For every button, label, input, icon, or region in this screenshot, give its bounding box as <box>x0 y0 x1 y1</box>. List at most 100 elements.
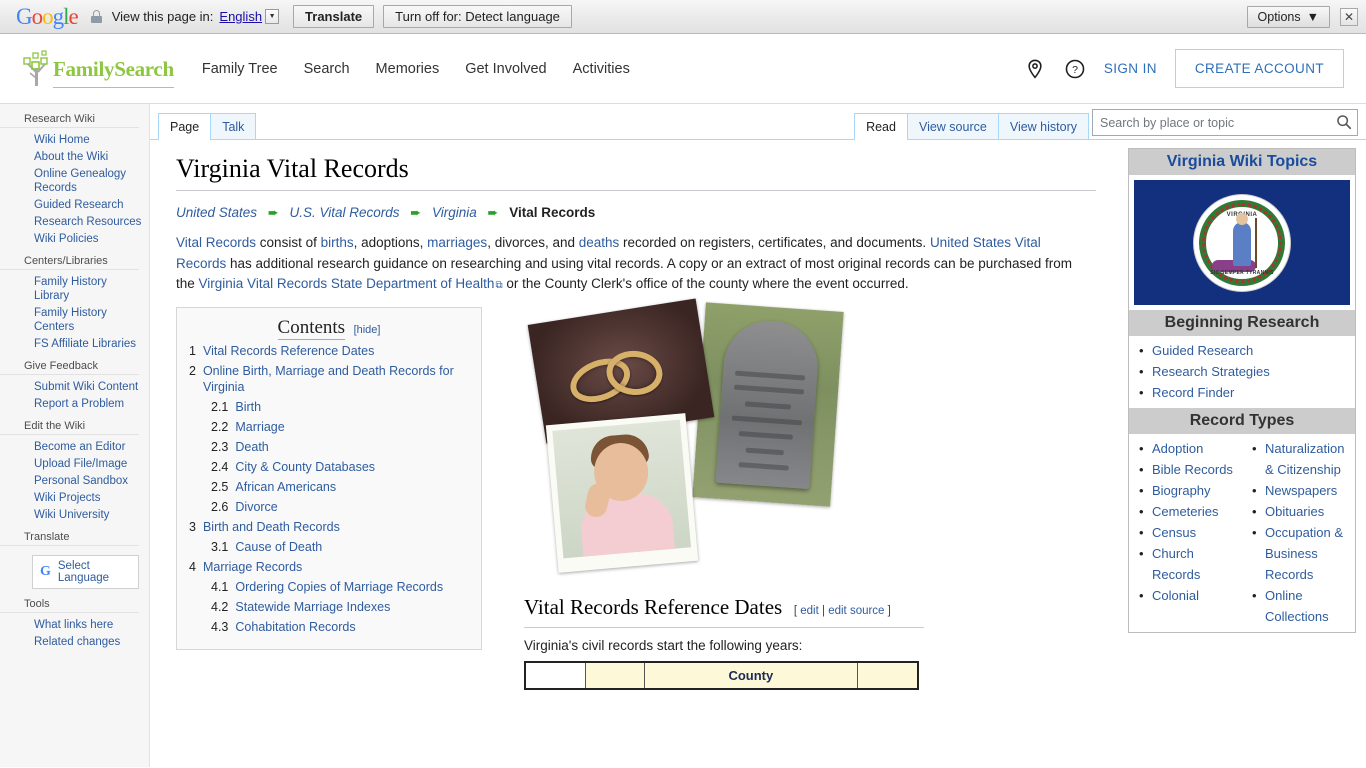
turn-off-translate-button[interactable]: Turn off for: Detect language <box>383 5 572 28</box>
translate-language-selector[interactable]: English ▼ <box>219 9 280 24</box>
toc-hide-link[interactable]: [hide] <box>354 324 381 336</box>
rail-item-online-collections[interactable]: Online Collections <box>1252 585 1353 627</box>
sidebar-item-fs-affiliate-libraries[interactable]: FS Affiliate Libraries <box>34 337 143 351</box>
sign-in-link[interactable]: SIGN IN <box>1104 61 1157 76</box>
sidebar-item-become-an-editor[interactable]: Become an Editor <box>34 440 143 454</box>
toc-entry[interactable]: 4.3 Cohabitation Records <box>189 619 469 635</box>
gravestone-photo <box>692 301 844 507</box>
select-language-button[interactable]: G Select Language <box>32 555 139 589</box>
link-vital-records[interactable]: Vital Records <box>176 235 256 250</box>
toc-label: Cause of Death <box>235 539 323 554</box>
rail-item-bible-records[interactable]: Bible Records <box>1139 459 1240 480</box>
tab-view-source[interactable]: View source <box>906 112 999 139</box>
rail-item-guided-research[interactable]: Guided Research <box>1139 340 1349 361</box>
search-icon[interactable] <box>1336 114 1352 133</box>
toc-entry[interactable]: 2.4 City & County Databases <box>189 459 469 475</box>
toc-label: Divorce <box>235 499 278 514</box>
translate-bar-right-controls: Options ▼ ✕ <box>1246 5 1358 28</box>
beginning-research-list: Guided Research Research Strategies Reco… <box>1129 336 1355 408</box>
toc-entry[interactable]: 2 Online Birth, Marriage and Death Record… <box>189 363 469 395</box>
translate-options-button[interactable]: Options ▼ <box>1246 5 1330 28</box>
nav-memories[interactable]: Memories <box>376 61 440 77</box>
sidebar-item-about-the-wiki[interactable]: About the Wiki <box>34 150 143 164</box>
toc-label: Marriage <box>235 419 285 434</box>
sidebar-group-centers-libraries: Centers/Libraries Family History Library… <box>0 255 149 351</box>
tab-read[interactable]: Read <box>854 112 908 140</box>
sidebar-item-wiki-projects[interactable]: Wiki Projects <box>34 491 143 505</box>
sidebar-item-wiki-home[interactable]: Wiki Home <box>34 133 143 147</box>
sidebar-links: Family History Library Family History Ce… <box>0 275 149 351</box>
rail-item-naturalization-citizenship[interactable]: Naturalization & Citizenship <box>1252 438 1353 480</box>
rail-item-record-finder[interactable]: Record Finder <box>1139 382 1349 403</box>
rail-item-research-strategies[interactable]: Research Strategies <box>1139 361 1349 382</box>
familysearch-wordmark: FamilySearch <box>53 58 174 88</box>
sidebar-item-wiki-policies[interactable]: Wiki Policies <box>34 232 143 246</box>
toc-entry[interactable]: 1 Vital Records Reference Dates <box>189 343 469 359</box>
tab-talk[interactable]: Talk <box>210 112 257 139</box>
translate-button[interactable]: Translate <box>293 5 375 28</box>
sidebar-group-translate: Translate G Select Language <box>0 531 149 589</box>
nav-activities[interactable]: Activities <box>573 61 630 77</box>
sidebar-item-wiki-university[interactable]: Wiki University <box>34 508 143 522</box>
chevron-down-icon[interactable]: ▼ <box>265 9 280 24</box>
sidebar-item-upload-file-image[interactable]: Upload File/Image <box>34 457 143 471</box>
sidebar-item-personal-sandbox[interactable]: Personal Sandbox <box>34 474 143 488</box>
article-right-column: Vital Records Reference Dates [ edit | e… <box>482 297 924 690</box>
sidebar-item-guided-research[interactable]: Guided Research <box>34 198 143 212</box>
rail-item-census[interactable]: Census <box>1139 522 1240 543</box>
sidebar-item-research-resources[interactable]: Research Resources <box>34 215 143 229</box>
link-births[interactable]: births <box>321 235 354 250</box>
sidebar-group-tools: Tools What links here Related changes <box>0 598 149 649</box>
sidebar-item-family-history-centers[interactable]: Family History Centers <box>34 306 143 334</box>
toc-entry[interactable]: 2.6 Divorce <box>189 499 469 515</box>
toc-entry[interactable]: 4.1 Ordering Copies of Marriage Records <box>189 579 469 595</box>
rail-item-church-records[interactable]: Church Records <box>1139 543 1240 585</box>
toc-entry[interactable]: 3.1 Cause of Death <box>189 539 469 555</box>
sidebar-group-title: Centers/Libraries <box>0 255 139 270</box>
close-icon[interactable]: ✕ <box>1340 7 1358 26</box>
sidebar-item-online-genealogy-records[interactable]: Online Genealogy Records <box>34 167 143 195</box>
breadcrumb-virginia[interactable]: Virginia <box>432 205 477 220</box>
toc-entry[interactable]: 4 Marriage Records <box>189 559 469 575</box>
rail-item-colonial[interactable]: Colonial <box>1139 585 1240 606</box>
rail-item-occupation-business-records[interactable]: Occupation & Business Records <box>1252 522 1353 585</box>
map-pin-icon[interactable] <box>1024 58 1046 80</box>
nav-search[interactable]: Search <box>304 61 350 77</box>
toc-entry[interactable]: 2.1 Birth <box>189 399 469 415</box>
link-virginia-state-department-of-health[interactable]: Virginia Vital Records State Department … <box>199 276 503 291</box>
nav-family-tree[interactable]: Family Tree <box>202 61 278 77</box>
link-deaths[interactable]: deaths <box>579 235 620 250</box>
search-input[interactable] <box>1092 109 1358 136</box>
toc-entry[interactable]: 2.3 Death <box>189 439 469 455</box>
rail-item-cemeteries[interactable]: Cemeteries <box>1139 501 1240 522</box>
toc-label: Online Birth, Marriage and Death Records… <box>202 363 454 394</box>
nav-get-involved[interactable]: Get Involved <box>465 61 546 77</box>
help-circle-icon[interactable]: ? <box>1064 58 1086 80</box>
toc-entry[interactable]: 3 Birth and Death Records <box>189 519 469 535</box>
create-account-button[interactable]: CREATE ACCOUNT <box>1174 49 1344 88</box>
rail-item-adoption[interactable]: Adoption <box>1139 438 1240 459</box>
sidebar-item-family-history-library[interactable]: Family History Library <box>34 275 143 303</box>
rail-item-obituaries[interactable]: Obituaries <box>1252 501 1353 522</box>
rail-item-biography[interactable]: Biography <box>1139 480 1240 501</box>
sidebar-item-submit-wiki-content[interactable]: Submit Wiki Content <box>34 380 143 394</box>
tab-view-history[interactable]: View history <box>997 112 1089 139</box>
sidebar-item-report-a-problem[interactable]: Report a Problem <box>34 397 143 411</box>
sidebar-item-related-changes[interactable]: Related changes <box>34 635 143 649</box>
toc-entry[interactable]: 2.5 African Americans <box>189 479 469 495</box>
sidebar-links: Submit Wiki Content Report a Problem <box>0 380 149 411</box>
sidebar-item-what-links-here[interactable]: What links here <box>34 618 143 632</box>
toc-entry[interactable]: 2.2 Marriage <box>189 419 469 435</box>
breadcrumb-united-states[interactable]: United States <box>176 205 257 220</box>
familysearch-logo[interactable]: FamilySearch <box>22 49 174 88</box>
edit-link[interactable]: edit <box>800 605 819 617</box>
link-marriages[interactable]: marriages <box>427 235 487 250</box>
translate-language-value[interactable]: English <box>219 9 262 24</box>
rail-item-newspapers[interactable]: Newspapers <box>1252 480 1353 501</box>
toc-number: 2.4 <box>211 459 229 474</box>
tab-page[interactable]: Page <box>158 112 212 140</box>
breadcrumb-us-vital-records[interactable]: U.S. Vital Records <box>289 205 399 220</box>
edit-source-link[interactable]: edit source <box>828 605 884 617</box>
toc-entry[interactable]: 4.2 Statewide Marriage Indexes <box>189 599 469 615</box>
breadcrumb: United States ➨ U.S. Vital Records ➨ Vir… <box>176 203 1096 223</box>
